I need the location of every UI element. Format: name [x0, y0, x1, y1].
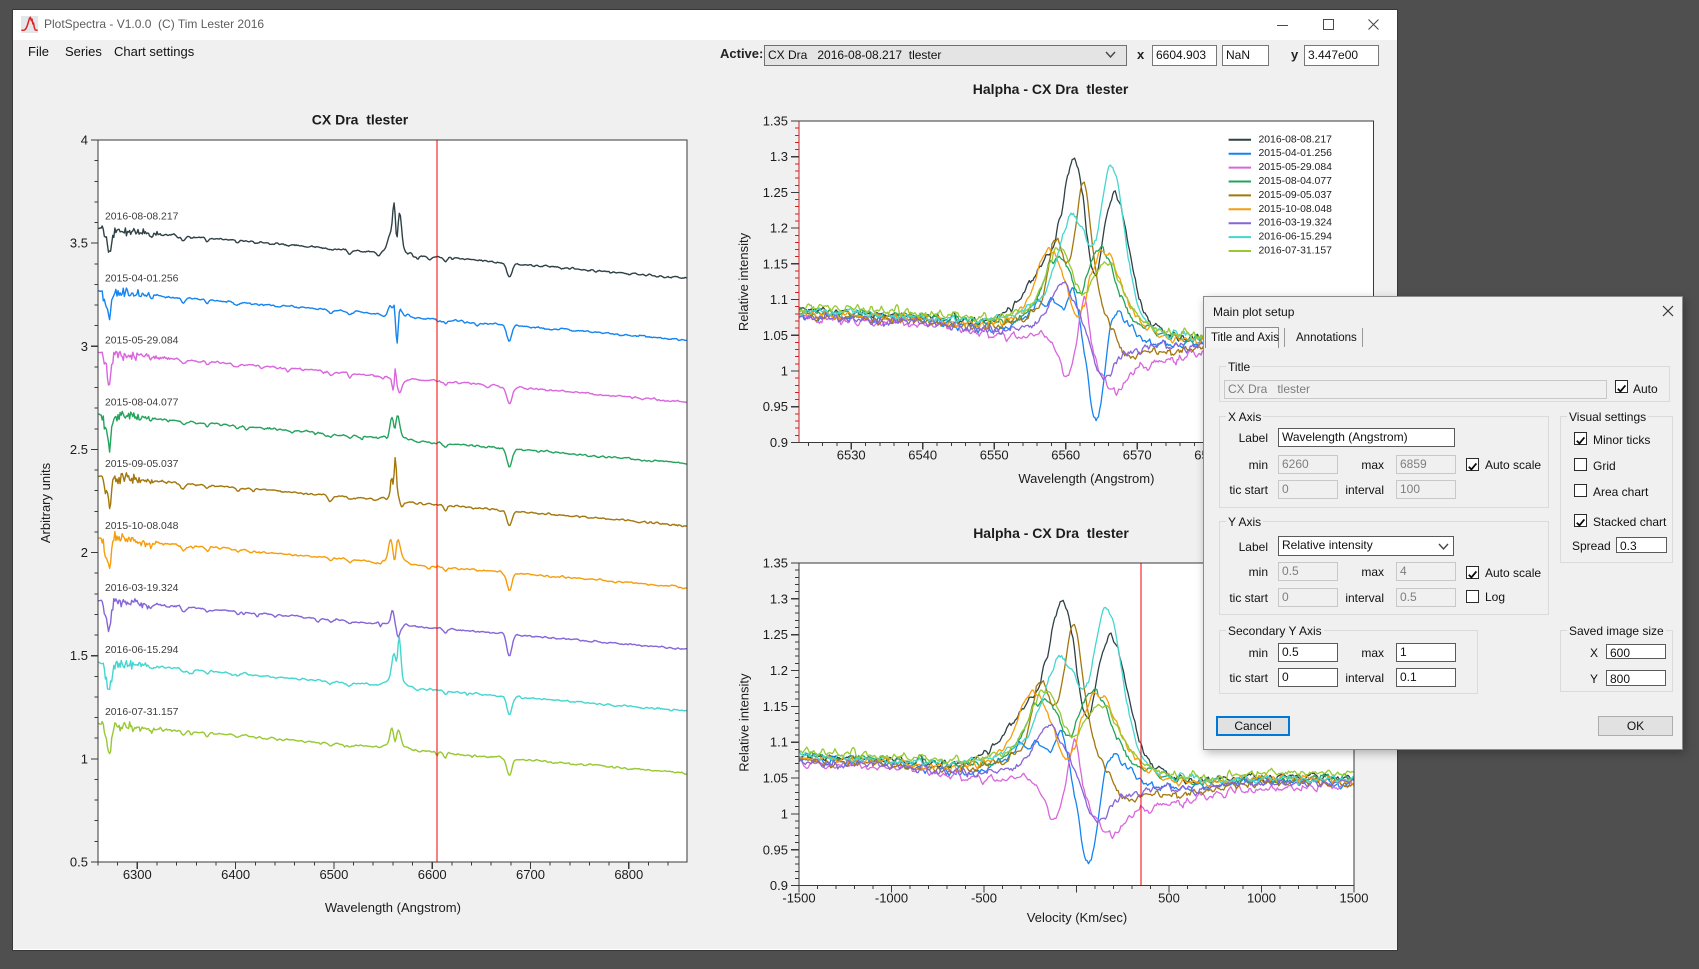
- svg-text:2016-08-08.217: 2016-08-08.217: [1259, 134, 1333, 145]
- svg-text:6300: 6300: [123, 867, 152, 882]
- svg-text:1: 1: [781, 364, 788, 379]
- svg-text:2015-05-29.084: 2015-05-29.084: [1259, 162, 1333, 173]
- svg-text:1.1: 1.1: [770, 735, 788, 750]
- svg-text:6560: 6560: [1051, 447, 1080, 462]
- svg-text:1000: 1000: [1247, 891, 1276, 906]
- svg-text:2.5: 2.5: [70, 442, 88, 457]
- svg-text:1.05: 1.05: [763, 328, 788, 343]
- svg-text:CX Dra tlester: CX Dra tlester: [312, 112, 409, 128]
- svg-text:2: 2: [81, 545, 88, 560]
- svg-text:2016-03-19.324: 2016-03-19.324: [1259, 218, 1333, 229]
- svg-text:0.9: 0.9: [770, 435, 788, 450]
- svg-text:1.2: 1.2: [770, 663, 788, 678]
- svg-text:2016-07-31.157: 2016-07-31.157: [105, 707, 179, 718]
- svg-text:3.5: 3.5: [70, 236, 88, 251]
- svg-text:2016-06-15.294: 2016-06-15.294: [105, 645, 179, 656]
- svg-text:1500: 1500: [1340, 891, 1369, 906]
- svg-text:6800: 6800: [614, 867, 643, 882]
- svg-text:2015-04-01.256: 2015-04-01.256: [1259, 148, 1333, 159]
- svg-text:Wavelength (Angstrom): Wavelength (Angstrom): [1018, 471, 1154, 486]
- svg-text:2015-05-29.084: 2015-05-29.084: [105, 336, 179, 347]
- svg-text:2016-03-19.324: 2016-03-19.324: [105, 583, 179, 594]
- svg-text:Relative intensity: Relative intensity: [736, 232, 751, 331]
- svg-text:-1000: -1000: [875, 891, 908, 906]
- svg-text:2015-04-01.256: 2015-04-01.256: [105, 274, 179, 285]
- svg-text:6500: 6500: [319, 867, 348, 882]
- svg-text:1.3: 1.3: [770, 591, 788, 606]
- svg-text:1.1: 1.1: [770, 292, 788, 307]
- svg-text:2016-08-08.217: 2016-08-08.217: [105, 212, 179, 223]
- svg-text:6570: 6570: [1123, 447, 1152, 462]
- svg-text:1.35: 1.35: [763, 556, 788, 571]
- svg-text:6400: 6400: [221, 867, 250, 882]
- svg-text:2015-09-05.037: 2015-09-05.037: [105, 459, 179, 470]
- svg-text:2015-09-05.037: 2015-09-05.037: [1259, 190, 1333, 201]
- svg-text:6530: 6530: [837, 447, 866, 462]
- svg-text:-500: -500: [971, 891, 997, 906]
- svg-text:1: 1: [81, 751, 88, 766]
- svg-text:Halpha - CX Dra tlester: Halpha - CX Dra tlester: [973, 81, 1129, 97]
- svg-text:0.5: 0.5: [70, 855, 88, 870]
- svg-text:1.5: 1.5: [70, 648, 88, 663]
- svg-text:Arbitrary units: Arbitrary units: [38, 462, 53, 543]
- svg-text:6600: 6600: [418, 867, 447, 882]
- svg-text:2015-10-08.048: 2015-10-08.048: [1259, 204, 1333, 215]
- svg-text:2015-08-04.077: 2015-08-04.077: [1259, 176, 1333, 187]
- svg-text:1.2: 1.2: [770, 221, 788, 236]
- svg-text:1.15: 1.15: [763, 256, 788, 271]
- svg-text:0.95: 0.95: [763, 399, 788, 414]
- svg-text:Relative intensity: Relative intensity: [737, 673, 752, 772]
- svg-text:1.15: 1.15: [763, 699, 788, 714]
- svg-text:1: 1: [781, 806, 788, 821]
- svg-text:2016-06-15.294: 2016-06-15.294: [1259, 232, 1333, 243]
- svg-text:-1500: -1500: [782, 891, 815, 906]
- svg-text:4: 4: [81, 133, 88, 148]
- svg-text:Velocity (Km/sec): Velocity (Km/sec): [1027, 910, 1127, 925]
- svg-text:6700: 6700: [516, 867, 545, 882]
- svg-text:1.3: 1.3: [770, 149, 788, 164]
- svg-text:0.95: 0.95: [763, 842, 788, 857]
- svg-text:1.35: 1.35: [763, 114, 788, 129]
- svg-text:1.25: 1.25: [763, 627, 788, 642]
- svg-text:Wavelength (Angstrom): Wavelength (Angstrom): [325, 900, 461, 915]
- svg-text:2015-10-08.048: 2015-10-08.048: [105, 521, 179, 532]
- svg-text:1.05: 1.05: [763, 771, 788, 786]
- svg-text:6550: 6550: [980, 447, 1009, 462]
- svg-text:500: 500: [1158, 891, 1180, 906]
- svg-text:3: 3: [81, 339, 88, 354]
- svg-text:6540: 6540: [908, 447, 937, 462]
- svg-text:1.25: 1.25: [763, 185, 788, 200]
- svg-text:Halpha - CX Dra tlester: Halpha - CX Dra tlester: [973, 525, 1129, 541]
- svg-text:2016-07-31.157: 2016-07-31.157: [1259, 246, 1333, 257]
- svg-text:2015-08-04.077: 2015-08-04.077: [105, 397, 179, 408]
